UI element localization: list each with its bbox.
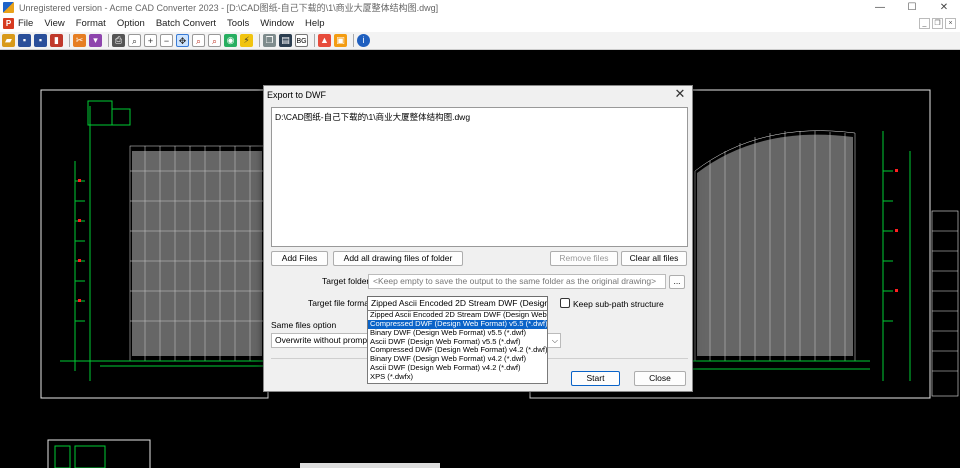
- toolbar-separator: [108, 34, 109, 47]
- zoom-icon[interactable]: ⌕: [128, 34, 141, 47]
- minimize-button[interactable]: —: [864, 0, 896, 15]
- start-button[interactable]: Start: [571, 371, 620, 386]
- keep-subpath-label: Keep sub-path structure: [573, 299, 664, 309]
- line-weight-icon[interactable]: ▤: [279, 34, 292, 47]
- dialog-close-icon[interactable]: ✕: [673, 87, 687, 101]
- dialog-title: Export to DWF: [267, 90, 327, 100]
- dropdown-option[interactable]: Binary DWF (Design Web Format) v5.5 (*.d…: [368, 329, 547, 338]
- target-format-value: Zipped Ascii Encoded 2D Stream DWF (Desi…: [371, 298, 548, 308]
- menu-help[interactable]: Help: [305, 18, 325, 29]
- maximize-button[interactable]: ☐: [896, 0, 928, 15]
- menu-option[interactable]: Option: [117, 18, 145, 29]
- target-folder-label: Target folder: [322, 276, 370, 286]
- layer-icon[interactable]: ⚡: [240, 34, 253, 47]
- zoom-extents-icon[interactable]: ⌕: [208, 34, 221, 47]
- clear-all-files-button[interactable]: Clear all files: [621, 251, 687, 266]
- toolbar-separator: [259, 34, 260, 47]
- toolbar: ▰ ▪ ▪ ▮ ✂ ▾ ⎙ ⌕ + − ✥ ⌕ ⌕ ◉ ⚡ ❐ ▤ BG ▲ ▣…: [0, 32, 960, 50]
- title-bar: Unregistered version - Acme CAD Converte…: [0, 0, 960, 15]
- window-title: Unregistered version - Acme CAD Converte…: [19, 3, 439, 13]
- menu-file[interactable]: File: [18, 18, 33, 29]
- zoom-in-icon[interactable]: +: [144, 34, 157, 47]
- add-folder-button[interactable]: Add all drawing files of folder: [333, 251, 463, 266]
- zoom-window-icon[interactable]: ⌕: [192, 34, 205, 47]
- copy-icon[interactable]: ❐: [263, 34, 276, 47]
- image-icon[interactable]: ▲: [318, 34, 331, 47]
- bottom-green-annotations: [54, 445, 106, 468]
- menu-tools[interactable]: Tools: [227, 18, 249, 29]
- view-icon[interactable]: ◉: [224, 34, 237, 47]
- dropdown-option[interactable]: Zipped Ascii Encoded 2D Stream DWF (Desi…: [368, 311, 547, 320]
- dropdown-option[interactable]: Binary DWF (Design Web Format) v4.2 (*.d…: [368, 355, 547, 364]
- document-icon[interactable]: P: [3, 18, 14, 29]
- convert-icon[interactable]: ▮: [50, 34, 63, 47]
- keep-subpath-checkbox[interactable]: [560, 298, 570, 308]
- target-folder-input[interactable]: <Keep empty to save the output to the sa…: [368, 274, 666, 289]
- print-icon[interactable]: ⎙: [112, 34, 125, 47]
- bottom-sheet-frame: [47, 439, 151, 468]
- toolbar-separator: [314, 34, 315, 47]
- menu-batch-convert[interactable]: Batch Convert: [156, 18, 216, 29]
- zoom-out-icon[interactable]: −: [160, 34, 173, 47]
- title-block: [931, 210, 959, 397]
- close-button[interactable]: Close: [634, 371, 686, 386]
- target-format-label: Target file format: [308, 298, 372, 308]
- left-building-facade: [132, 151, 262, 356]
- info-icon[interactable]: i: [357, 34, 370, 47]
- dropdown-option[interactable]: Ascii DWF (Design Web Format) v4.2 (*.dw…: [368, 364, 547, 373]
- same-files-value: Overwrite without prompt: [275, 335, 370, 345]
- settings-icon[interactable]: ▣: [334, 34, 347, 47]
- menu-view[interactable]: View: [44, 18, 64, 29]
- save-icon[interactable]: ▪: [18, 34, 31, 47]
- export-icon[interactable]: ▾: [89, 34, 102, 47]
- app-icon: [3, 2, 14, 13]
- menu-format[interactable]: Format: [76, 18, 106, 29]
- dropdown-option[interactable]: XPS (*.dwfx): [368, 373, 547, 382]
- dropdown-option[interactable]: Ascii DWF (Design Web Format) v5.5 (*.dw…: [368, 338, 547, 347]
- file-list[interactable]: D:\CAD图纸-自己下载的\1\商业大厦整体结构图.dwg: [271, 107, 688, 247]
- mdi-close-button[interactable]: ×: [945, 18, 956, 29]
- list-item[interactable]: D:\CAD图纸-自己下载的\1\商业大厦整体结构图.dwg: [275, 111, 684, 123]
- menu-bar: P File View Format Option Batch Convert …: [0, 15, 960, 32]
- pan-icon[interactable]: ✥: [176, 34, 189, 47]
- cut-icon[interactable]: ✂: [73, 34, 86, 47]
- status-bar: [300, 463, 440, 468]
- menu-window[interactable]: Window: [260, 18, 294, 29]
- format-dropdown-list: Zipped Ascii Encoded 2D Stream DWF (Desi…: [367, 310, 548, 384]
- mdi-restore-button[interactable]: ❐: [932, 18, 943, 29]
- toolbar-separator: [353, 34, 354, 47]
- same-files-label: Same files option: [271, 320, 337, 330]
- toolbar-separator: [69, 34, 70, 47]
- target-format-select[interactable]: Zipped Ascii Encoded 2D Stream DWF (Desi…: [367, 296, 548, 311]
- dropdown-option-selected[interactable]: Compressed DWF (Design Web Format) v5.5 …: [368, 319, 547, 329]
- right-building-facade: [697, 134, 853, 356]
- browse-button[interactable]: ...: [669, 275, 685, 289]
- bg-color-icon[interactable]: BG: [295, 34, 308, 47]
- save-all-icon[interactable]: ▪: [34, 34, 47, 47]
- chevron-down-icon: ⌵: [538, 299, 545, 308]
- add-files-button[interactable]: Add Files: [271, 251, 328, 266]
- close-window-button[interactable]: ✕: [928, 0, 960, 15]
- dropdown-option[interactable]: Compressed DWF (Design Web Format) v4.2 …: [368, 346, 547, 355]
- mdi-minimize-button[interactable]: _: [919, 18, 930, 29]
- remove-files-button[interactable]: Remove files: [550, 251, 618, 266]
- right-red-markers: [895, 169, 898, 292]
- chevron-down-icon: ⌵: [551, 336, 558, 345]
- open-icon[interactable]: ▰: [2, 34, 15, 47]
